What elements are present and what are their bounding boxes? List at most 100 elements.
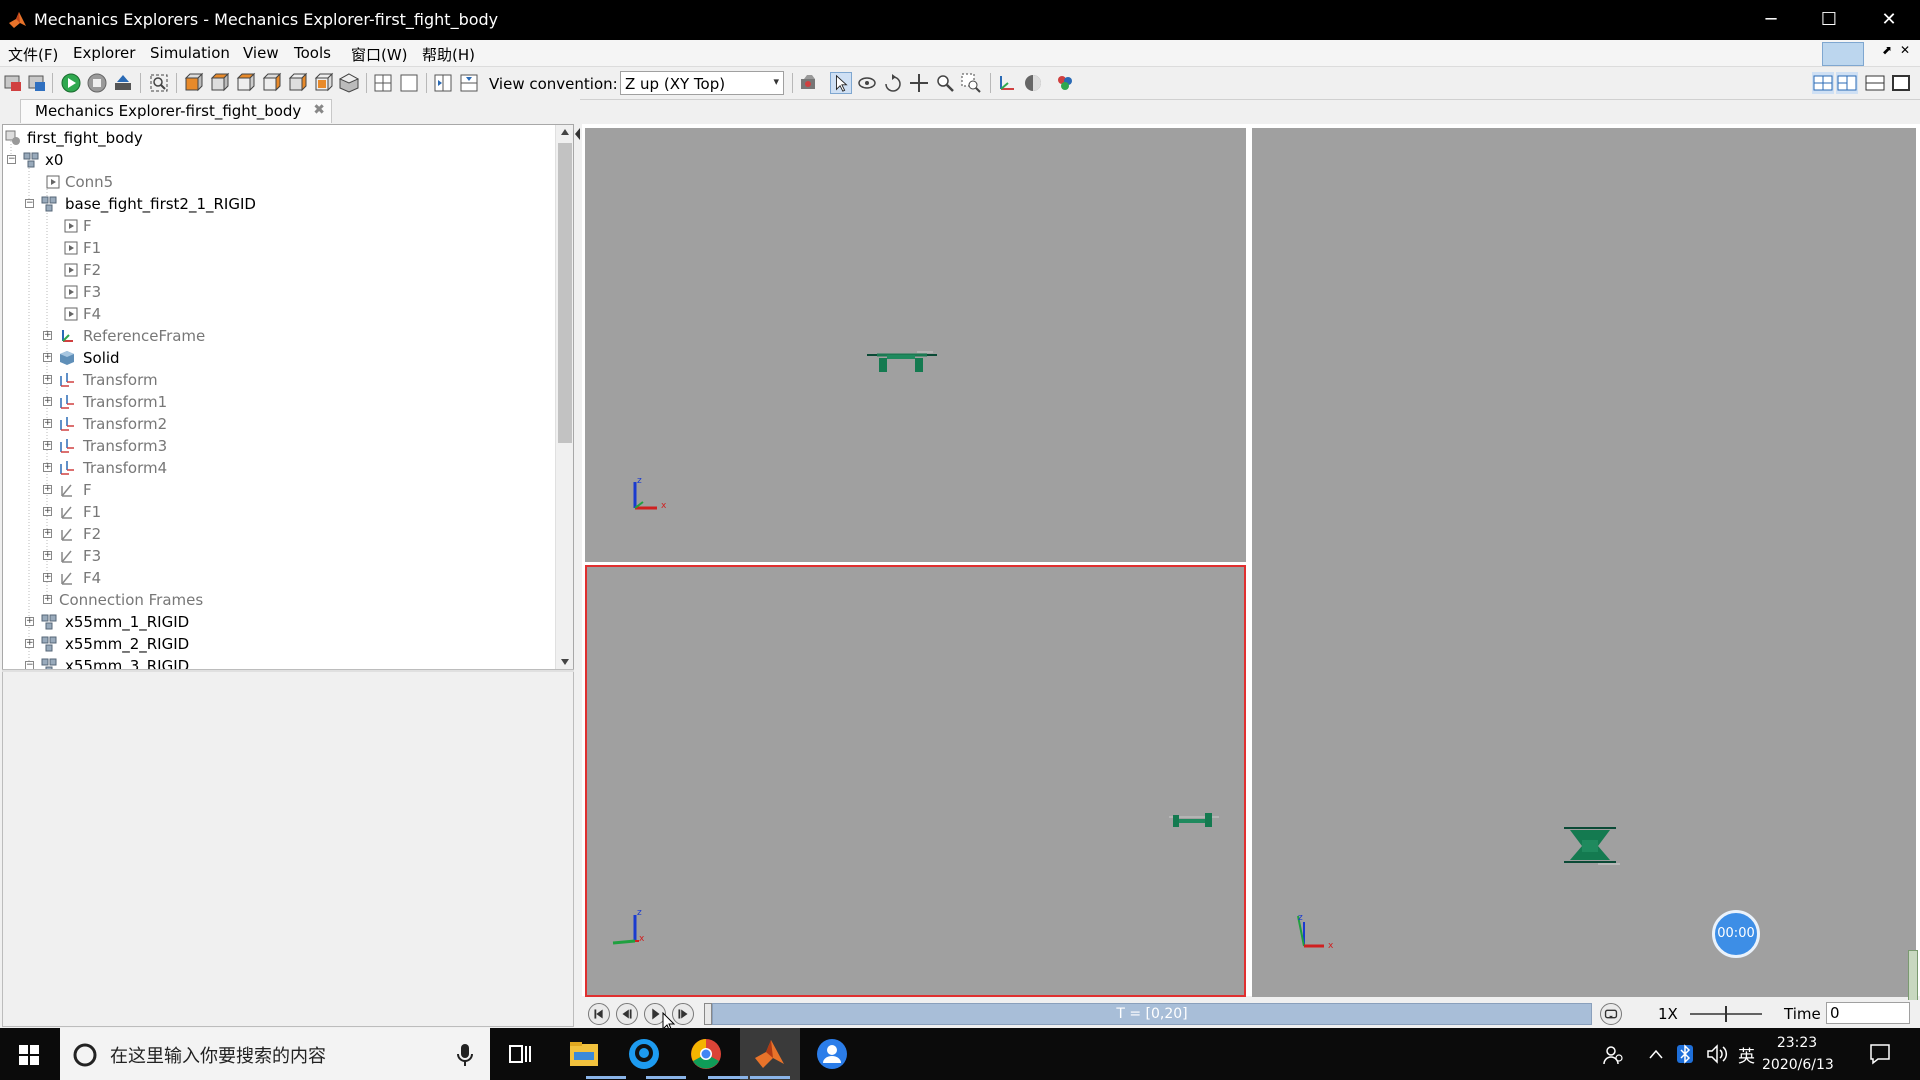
view-front-icon[interactable] [182, 72, 204, 94]
qq-browser-icon[interactable] [626, 1036, 662, 1072]
file-explorer-icon[interactable] [566, 1036, 602, 1072]
split-vertical-icon[interactable] [458, 72, 480, 94]
expand-icon[interactable]: + [43, 529, 52, 538]
layout-two-icon[interactable] [1864, 72, 1886, 94]
expand-icon[interactable]: + [25, 639, 34, 648]
people-icon[interactable] [1602, 1044, 1624, 1066]
zoom-box-icon[interactable] [960, 72, 982, 94]
menu-file[interactable]: 文件(F) [8, 44, 58, 65]
time-slider-handle[interactable] [704, 1003, 712, 1025]
expand-icon[interactable]: + [43, 507, 52, 516]
expand-icon[interactable]: + [43, 551, 52, 560]
time-slider[interactable]: T = [0,20] [712, 1003, 1592, 1025]
minimize-button[interactable]: ─ [1742, 0, 1800, 40]
stop-icon[interactable] [86, 72, 108, 94]
frames-toggle-icon[interactable] [996, 72, 1018, 94]
frame-icon [61, 484, 72, 497]
scroll-up-icon[interactable] [560, 127, 570, 137]
task-view-icon[interactable] [502, 1036, 538, 1072]
view-isometric-icon[interactable] [338, 72, 360, 94]
input-method-indicator[interactable]: 英 [1738, 1042, 1755, 1067]
axis-x-label: x [639, 934, 645, 944]
view-right-icon[interactable] [312, 72, 334, 94]
time-input[interactable]: 0 [1826, 1002, 1910, 1024]
expand-icon[interactable]: + [43, 441, 52, 450]
single-view-layout-icon[interactable] [398, 72, 420, 94]
scroll-down-icon[interactable] [560, 657, 570, 667]
tab-close-icon[interactable]: ✖ [313, 102, 325, 118]
record-icon[interactable] [112, 72, 134, 94]
pan-icon[interactable] [908, 72, 930, 94]
menu-tools[interactable]: Tools [294, 44, 331, 62]
roll-icon[interactable] [882, 72, 904, 94]
expand-icon[interactable]: + [43, 397, 52, 406]
split-horizontal-icon[interactable] [432, 72, 454, 94]
select-pointer-icon[interactable] [830, 72, 852, 94]
layout-three-icon[interactable] [1836, 72, 1858, 94]
viewport-bottom-left-selected[interactable]: z x [585, 565, 1246, 997]
meeting-app-icon[interactable] [814, 1036, 850, 1072]
tree-label-transform: Transform4 [83, 459, 168, 477]
bluetooth-icon[interactable] [1676, 1044, 1694, 1064]
zoom-icon[interactable] [934, 72, 956, 94]
menu-view[interactable]: View [243, 44, 279, 62]
save-model-icon[interactable] [26, 72, 48, 94]
menu-help[interactable]: 帮助(H) [422, 44, 475, 65]
collapse-icon[interactable]: − [7, 155, 16, 164]
view-left-icon[interactable] [286, 72, 308, 94]
expand-icon[interactable]: + [43, 375, 52, 384]
viewport-right[interactable]: z x 00:00 [1252, 128, 1916, 997]
collapse-panel-icon[interactable] [575, 128, 581, 140]
view-convention-select[interactable]: Z up (XY Top) ▾ [620, 71, 784, 95]
run-icon[interactable] [60, 72, 82, 94]
matlab-logo-icon [9, 12, 26, 28]
microphone-icon[interactable] [456, 1042, 474, 1068]
close-button[interactable]: ✕ [1860, 0, 1918, 40]
expand-icon[interactable]: + [25, 617, 34, 626]
windows-start-icon[interactable] [18, 1044, 40, 1066]
viewport-top-left[interactable]: z x [585, 128, 1246, 562]
four-view-layout-icon[interactable] [372, 72, 394, 94]
action-center-icon[interactable] [1868, 1042, 1892, 1066]
loop-icon[interactable] [1600, 1003, 1622, 1025]
skip-to-start-icon[interactable] [588, 1003, 610, 1025]
axis-x-label: x [1328, 941, 1334, 951]
view-back-icon[interactable] [208, 72, 230, 94]
layout-single-icon[interactable] [1890, 72, 1912, 94]
menu-window[interactable]: 窗口(W) [351, 44, 408, 65]
document-tab[interactable]: Mechanics Explorer-first_fight_body ✖ [20, 99, 332, 123]
recording-timer-badge[interactable]: 00:00 [1712, 910, 1760, 958]
volume-icon[interactable] [1706, 1044, 1728, 1064]
system-clock[interactable]: 23:23 2020/6/13 [1762, 1032, 1834, 1076]
undock-icon[interactable]: ⬈ [1882, 43, 1892, 57]
render-sphere-icon[interactable] [1022, 72, 1044, 94]
expand-icon[interactable]: + [43, 463, 52, 472]
step-back-icon[interactable] [616, 1003, 638, 1025]
expand-icon[interactable]: + [43, 595, 52, 604]
fit-to-view-icon[interactable] [148, 72, 170, 94]
view-bottom-icon[interactable] [260, 72, 282, 94]
expand-icon[interactable]: + [43, 419, 52, 428]
expand-icon[interactable]: + [43, 353, 52, 362]
expand-icon[interactable]: + [43, 573, 52, 582]
rotate-icon[interactable] [856, 72, 878, 94]
collapse-icon[interactable]: − [25, 199, 34, 208]
open-model-icon[interactable] [2, 72, 24, 94]
color-settings-icon[interactable] [1054, 72, 1076, 94]
expand-icon[interactable]: + [43, 485, 52, 494]
menu-explorer[interactable]: Explorer [73, 44, 135, 62]
tree-scrollbar[interactable] [555, 125, 573, 671]
taskbar-search-box[interactable]: 在这里输入你要搜索的内容 [60, 1028, 490, 1080]
camera-icon[interactable] [798, 72, 820, 94]
layout-four-icon[interactable] [1812, 72, 1834, 94]
matlab-taskbar-icon[interactable] [752, 1036, 788, 1072]
menu-simulation[interactable]: Simulation [150, 44, 230, 62]
view-top-icon[interactable] [234, 72, 256, 94]
expand-icon[interactable]: + [43, 331, 52, 340]
tree-scrollbar-thumb[interactable] [558, 143, 572, 443]
chrome-icon[interactable] [688, 1036, 724, 1072]
panel-close-icon[interactable]: ✕ [1900, 43, 1910, 57]
tray-expand-icon[interactable] [1648, 1048, 1664, 1060]
maximize-button[interactable]: ☐ [1800, 0, 1858, 40]
playback-speed-slider[interactable] [1688, 1004, 1764, 1024]
